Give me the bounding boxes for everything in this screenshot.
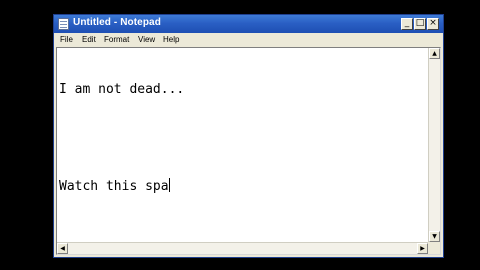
window-title: Untitled - Notepad	[73, 17, 161, 28]
text-editor[interactable]: I am not dead... Watch this spa ▲ ▼ ◀ ▶	[56, 47, 441, 255]
menu-help[interactable]: Help	[163, 35, 179, 44]
menu-file[interactable]: File	[60, 35, 73, 44]
menu-view[interactable]: View	[138, 35, 155, 44]
scroll-left-button[interactable]: ◀	[57, 243, 68, 254]
notepad-app-icon[interactable]	[58, 18, 69, 30]
scroll-up-button[interactable]: ▲	[429, 48, 440, 59]
close-button[interactable]: ×	[427, 18, 439, 30]
notepad-window: Untitled - Notepad _ □ × File Edit Forma…	[53, 14, 444, 258]
text-line-2	[59, 130, 426, 146]
menu-bar: File Edit Format View Help	[54, 33, 443, 46]
horizontal-scrollbar[interactable]: ◀ ▶	[57, 242, 428, 254]
text-caret	[168, 178, 170, 192]
text-line-3-content: Watch this spa	[59, 179, 169, 194]
maximize-button[interactable]: □	[414, 18, 426, 30]
menu-format[interactable]: Format	[104, 35, 129, 44]
text-line-3: Watch this spa	[59, 178, 426, 194]
scroll-down-button[interactable]: ▼	[429, 231, 440, 242]
menu-edit[interactable]: Edit	[82, 35, 96, 44]
vertical-scrollbar[interactable]: ▲ ▼	[428, 48, 440, 242]
scrollbar-corner	[428, 242, 440, 254]
text-area[interactable]: I am not dead... Watch this spa	[59, 50, 426, 240]
title-bar[interactable]: Untitled - Notepad _ □ ×	[54, 15, 443, 33]
minimize-button[interactable]: _	[401, 18, 413, 30]
text-line-1: I am not dead...	[59, 82, 185, 97]
scroll-right-button[interactable]: ▶	[417, 243, 428, 254]
